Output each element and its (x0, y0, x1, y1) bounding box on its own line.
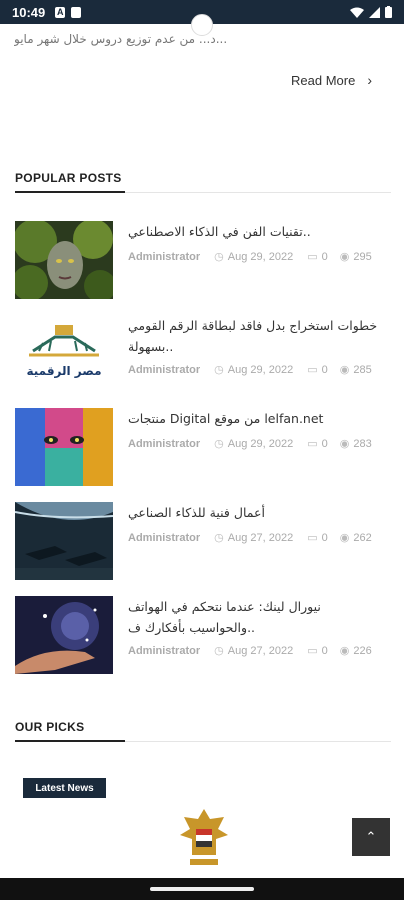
home-gesture-handle[interactable] (150, 887, 254, 891)
post-comments: 0 (321, 644, 328, 657)
notification-a-icon: A (55, 6, 66, 18)
ai-art-woman-image (15, 221, 113, 299)
post-author: Administrator (128, 250, 201, 263)
status-time: 10:49 (12, 4, 46, 20)
list-item[interactable]: تقنيات الفن في الذكاء الاصطناعي.. Admini… (15, 221, 391, 301)
heading-underline (15, 740, 125, 742)
post-thumbnail[interactable] (15, 502, 113, 580)
digital-egypt-logo-image: مصر الرقمية (15, 315, 113, 393)
eye-icon: ◉ (339, 532, 350, 544)
comment-icon: ▭ (307, 532, 318, 544)
post-title[interactable]: خطوات استخراج بدل فاقد لبطاقة الرقم القو… (128, 315, 378, 357)
list-item[interactable]: منتجات Digital من موقع lelfan.net Admini… (15, 408, 391, 488)
post-meta: Administrator ◷ Aug 27, 2022 ▭ 0 ◉ 262 (128, 531, 372, 545)
clock-icon: ◷ (214, 645, 224, 657)
comment-icon: ▭ (307, 438, 318, 450)
latest-news-badge[interactable]: Latest News (23, 778, 106, 798)
clock-icon: ◷ (214, 364, 224, 376)
scroll-to-top-button[interactable]: ⌃ (352, 818, 390, 856)
post-meta: Administrator ◷ Aug 27, 2022 ▭ 0 ◉ 226 (128, 644, 372, 658)
post-title[interactable]: تقنيات الفن في الذكاء الاصطناعي.. (128, 221, 378, 242)
our-picks-heading: OUR PICKS (15, 718, 391, 742)
chevron-right-icon: › (367, 72, 372, 88)
post-thumbnail[interactable] (15, 221, 113, 299)
post-views: 283 (353, 437, 372, 450)
system-navigation-bar (0, 878, 404, 900)
post-comments: 0 (321, 531, 328, 544)
post-meta: Administrator ◷ Aug 29, 2022 ▭ 0 ◉ 295 (128, 250, 372, 264)
eye-icon: ◉ (339, 364, 350, 376)
popular-posts-title: POPULAR POSTS (15, 171, 122, 185)
post-views: 295 (353, 250, 372, 263)
egypt-eagle-emblem (180, 809, 228, 865)
post-views: 262 (353, 531, 372, 544)
list-item[interactable]: نيورال لينك: عندما نتحكم في الهواتف والح… (15, 596, 391, 676)
post-comments: 0 (321, 437, 328, 450)
clock-icon: ◷ (214, 532, 224, 544)
post-thumbnail[interactable]: مصر الرقمية (15, 315, 113, 393)
popular-posts-heading: POPULAR POSTS (15, 169, 391, 193)
spaceships-image (15, 502, 113, 580)
list-item[interactable]: أعمال فنية للذكاء الصناعي Administrator … (15, 502, 391, 582)
wifi-icon (350, 7, 364, 18)
post-comments: 0 (321, 250, 328, 263)
eye-icon: ◉ (339, 438, 350, 450)
battery-icon (385, 6, 392, 18)
post-date: Aug 29, 2022 (227, 437, 294, 450)
read-more-label: Read More (291, 72, 356, 88)
chevron-up-icon: ⌃ (365, 829, 377, 844)
comment-icon: ▭ (307, 364, 318, 376)
post-author: Administrator (128, 437, 201, 450)
eye-icon: ◉ (339, 645, 350, 657)
clock-icon: ◷ (214, 251, 224, 263)
heading-underline (15, 191, 125, 193)
read-more-link[interactable]: Read More › (291, 72, 372, 88)
list-item[interactable]: مصر الرقمية خطوات استخراج بدل فاقد لبطاق… (15, 315, 391, 395)
post-thumbnail[interactable] (15, 408, 113, 486)
signal-icon (369, 6, 380, 18)
post-author: Administrator (128, 531, 201, 544)
post-thumbnail[interactable] (15, 596, 113, 674)
post-date: Aug 27, 2022 (227, 644, 294, 657)
comment-icon: ▭ (307, 645, 318, 657)
logo-text: مصر الرقمية (26, 364, 101, 378)
post-date: Aug 27, 2022 (227, 531, 294, 544)
post-date: Aug 29, 2022 (227, 250, 294, 263)
notification-sim-icon (71, 6, 82, 18)
post-views: 226 (353, 644, 372, 657)
comment-icon: ▭ (307, 251, 318, 263)
status-right-icons (350, 6, 392, 18)
post-title[interactable]: أعمال فنية للذكاء الصناعي (128, 502, 378, 523)
colorful-face-image (15, 408, 113, 486)
post-title[interactable]: منتجات Digital من موقع lelfan.net (128, 408, 378, 429)
post-meta: Administrator ◷ Aug 29, 2022 ▭ 0 ◉ 283 (128, 437, 372, 451)
our-picks-title: OUR PICKS (15, 720, 85, 734)
camera-cutout (191, 14, 213, 36)
eye-icon: ◉ (339, 251, 350, 263)
post-views: 285 (353, 363, 372, 376)
hand-brain-network-image (15, 596, 113, 674)
post-author: Administrator (128, 644, 201, 657)
post-author: Administrator (128, 363, 201, 376)
post-comments: 0 (321, 363, 328, 376)
clock-icon: ◷ (214, 438, 224, 450)
post-meta: Administrator ◷ Aug 29, 2022 ▭ 0 ◉ 285 (128, 363, 372, 377)
post-title[interactable]: نيورال لينك: عندما نتحكم في الهواتف والح… (128, 596, 378, 638)
post-date: Aug 29, 2022 (227, 363, 294, 376)
